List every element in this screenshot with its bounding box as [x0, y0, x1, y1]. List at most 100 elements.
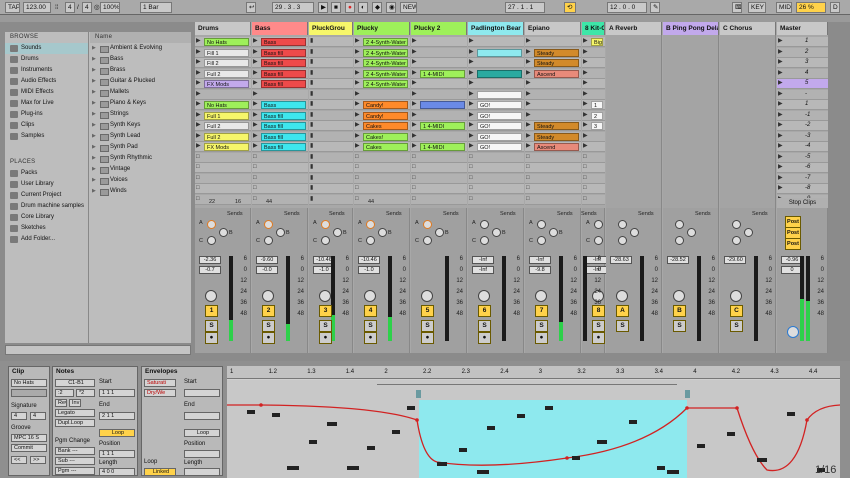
send-b-knob[interactable]	[435, 228, 444, 237]
clip[interactable]: 2 4-Synth-Water	[363, 59, 408, 67]
clip[interactable]: FX Mods	[204, 143, 249, 151]
clip-slot[interactable]: □	[252, 163, 308, 173]
computer-keyboard-icon[interactable]: ⌨	[732, 2, 742, 13]
envelope-breakpoint[interactable]	[565, 456, 569, 460]
clip-stop-icon[interactable]: □	[253, 196, 260, 203]
volume-field[interactable]: -9.60	[256, 256, 278, 264]
clip-stop-icon[interactable]: ▶	[526, 122, 533, 129]
clip-slot[interactable]: ▶ Bass	[252, 100, 308, 110]
arm-button[interactable]: ●	[364, 332, 377, 344]
env-end-field[interactable]	[184, 412, 220, 420]
clip-slot[interactable]: ▶ Steady	[525, 131, 581, 142]
clip-slot[interactable]: ▶ FX Mods	[195, 79, 251, 89]
send-a-knob[interactable]	[423, 220, 432, 229]
clip-stop-icon[interactable]: ▶	[253, 80, 260, 87]
return-title[interactable]: B Ping Pong Delay	[663, 22, 719, 35]
pan-field[interactable]: -Inf	[472, 266, 494, 274]
pan-knob[interactable]	[364, 290, 376, 302]
send-c-knob[interactable]	[321, 236, 330, 245]
clip[interactable]: Full 1	[204, 111, 249, 120]
clip-stop-icon[interactable]: ▶	[253, 133, 260, 140]
browser-category-drums[interactable]: Drums	[5, 54, 88, 65]
groove-select[interactable]: MPC 16 S	[11, 434, 47, 442]
send-a-knob[interactable]	[618, 220, 627, 229]
clip-stop-icon[interactable]: □	[355, 154, 362, 161]
divide-button[interactable]: :2	[55, 389, 74, 397]
clip-stop-icon[interactable]: □	[253, 175, 260, 182]
return-activator-button[interactable]: A	[616, 305, 629, 317]
time-sig-numerator[interactable]: 4	[65, 2, 75, 13]
scene-launch-icon[interactable]: ▶	[778, 101, 785, 108]
new-button[interactable]: NEW	[400, 2, 417, 13]
browser-category-plug-ins[interactable]: Plug-ins	[5, 109, 88, 120]
volume-field[interactable]: -10.46	[358, 256, 380, 264]
clip-slot[interactable]: ▶	[582, 58, 605, 68]
midi-note[interactable]	[667, 470, 679, 474]
pan-field[interactable]: -1.0	[358, 266, 380, 274]
clip-stop-icon[interactable]: ▮	[310, 196, 317, 203]
send-c-knob[interactable]	[618, 236, 627, 245]
clip-stop-icon[interactable]: ▶	[469, 80, 476, 87]
clip-stop-icon[interactable]: ▶	[355, 59, 362, 66]
pgm-field[interactable]: Pgm ---	[55, 467, 95, 475]
clip-slot[interactable]: ▶	[468, 47, 524, 58]
clip-slot[interactable]: ▶	[582, 89, 605, 100]
place-drum-machine-samples[interactable]: Drum machine samples	[5, 201, 88, 212]
pan-field[interactable]: -0.7	[199, 266, 221, 274]
quantization-menu[interactable]: 1 Bar	[140, 2, 172, 13]
midi-note[interactable]	[657, 466, 665, 470]
solo-button[interactable]: S	[478, 320, 491, 332]
clip-slot[interactable]: ▶ Bass fill	[252, 47, 308, 58]
track-title[interactable]: Plucky	[354, 22, 410, 35]
clip-slot[interactable]: ▮	[309, 184, 353, 194]
clip-slot[interactable]: ▶ Bass fill	[252, 121, 308, 131]
clip-stop-icon[interactable]: □	[412, 196, 419, 203]
overdub-icon[interactable]: ◐	[358, 2, 368, 13]
clip-slot[interactable]: ▮	[309, 89, 353, 100]
midi-note[interactable]	[757, 458, 767, 462]
midi-note[interactable]	[629, 420, 637, 424]
clip-stop-icon[interactable]: ▶	[412, 38, 419, 45]
clip-stop-icon[interactable]: ▮	[310, 49, 317, 56]
clip-stop-icon[interactable]: □	[526, 196, 533, 203]
clip-slot[interactable]: ▶ Bass fill	[252, 79, 308, 89]
clip-slot[interactable]: ▶ Ascend	[525, 142, 581, 152]
midi-note[interactable]	[517, 414, 525, 418]
clip-stop-icon[interactable]: ▮	[310, 91, 317, 98]
clip-slot[interactable]: ▶ GO!	[468, 110, 524, 121]
clip-slot[interactable]: □	[354, 152, 410, 163]
clip[interactable]: 1 4-MIDI	[420, 69, 465, 78]
clip[interactable]: Steady	[534, 132, 579, 141]
clip-slot[interactable]: □	[411, 184, 467, 194]
clip-stop-icon[interactable]: ▶	[583, 70, 590, 77]
clip-stop-icon[interactable]: ▶	[469, 133, 476, 140]
scene-launch-icon[interactable]: ▶	[778, 154, 785, 161]
clip-slot[interactable]: ▶	[195, 89, 251, 100]
clip[interactable]: Fill 1	[204, 48, 249, 57]
clip-slot[interactable]: ▶ 2 4-Synth-Water	[354, 47, 410, 58]
clip[interactable]: Fill 2	[204, 59, 249, 67]
arm-button[interactable]: ●	[319, 332, 332, 344]
clip-stop-icon[interactable]: ▶	[469, 38, 476, 45]
clip-stop-icon[interactable]: ▶	[412, 49, 419, 56]
midi-note[interactable]	[367, 446, 375, 450]
scene-launch-icon[interactable]: ▶	[778, 91, 785, 98]
clip-slot[interactable]: □	[354, 163, 410, 173]
solo-button[interactable]: S	[262, 320, 275, 332]
clip-slot[interactable]: ▶ 2	[582, 110, 605, 121]
clip-stop-icon[interactable]: □	[355, 175, 362, 182]
clip-editor[interactable]: 1 1.2 1.3 1.4 2 2.2 2.3 2.4 3 3.2 3.3 3.4 4 4.2 4.3 4.4…	[227, 366, 840, 478]
clip-slot[interactable]: ▶	[411, 47, 467, 58]
scene-slot[interactable]: ▶ -7	[777, 173, 828, 184]
scene-slot[interactable]: ▶ -8	[777, 184, 828, 194]
scene-slot[interactable]: ▶ 4	[777, 68, 828, 79]
pan-knob[interactable]	[730, 290, 742, 302]
clip-slot[interactable]: ▶ FX Mods	[195, 142, 251, 152]
clip-slot[interactable]: □	[468, 184, 524, 194]
clip-slot[interactable]: □	[468, 194, 524, 205]
clip-slot[interactable]: □	[195, 194, 251, 205]
clip-stop-icon[interactable]: ▶	[196, 91, 203, 98]
clip-slot[interactable]: ▮	[309, 47, 353, 58]
clip-stop-icon[interactable]: □	[526, 164, 533, 171]
clip[interactable]: GO!	[477, 132, 522, 141]
